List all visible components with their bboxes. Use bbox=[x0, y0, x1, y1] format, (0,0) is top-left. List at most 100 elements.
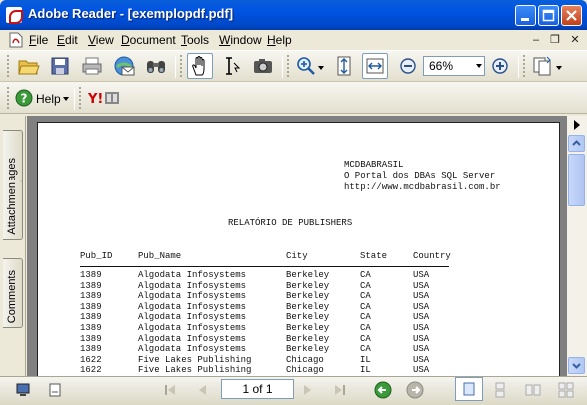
save-button[interactable] bbox=[47, 53, 73, 79]
pub-id-cell: 1389 bbox=[80, 323, 102, 333]
hand-tool-button[interactable] bbox=[187, 53, 213, 79]
previous-page-button[interactable] bbox=[192, 380, 212, 400]
menu-file[interactable]: File bbox=[29, 33, 48, 47]
snapshot-icon bbox=[254, 59, 272, 73]
tab-attachments-label: Attachmen bbox=[6, 182, 18, 235]
zoom-in-button[interactable] bbox=[487, 53, 513, 79]
chevron-down-icon bbox=[572, 363, 581, 369]
scroll-down-button[interactable] bbox=[568, 357, 585, 374]
single-page-view-button[interactable] bbox=[455, 377, 483, 401]
toolbar-grip[interactable] bbox=[180, 55, 183, 77]
city-cell: Berkeley bbox=[286, 270, 330, 280]
next-page-button[interactable] bbox=[298, 380, 318, 400]
scroll-up-button[interactable] bbox=[568, 135, 585, 152]
continuous-facing-icon bbox=[558, 382, 574, 398]
continuous-view-button[interactable] bbox=[490, 380, 510, 400]
doc-restore-button[interactable]: ❐ bbox=[547, 33, 563, 47]
help-label[interactable]: Help bbox=[36, 92, 61, 106]
help-button[interactable]: ? bbox=[13, 85, 35, 111]
country-cell: USA bbox=[413, 270, 430, 280]
toolbar-grip[interactable] bbox=[79, 87, 82, 109]
doc-close-button[interactable]: ✕ bbox=[567, 33, 583, 47]
country-cell: USA bbox=[413, 344, 430, 355]
menu-document[interactable]: Document bbox=[121, 33, 176, 47]
help-dropdown[interactable] bbox=[63, 97, 69, 101]
chevron-down-icon[interactable] bbox=[476, 64, 482, 68]
facing-pages-icon bbox=[525, 384, 541, 396]
menu-document-label: ocument bbox=[129, 33, 176, 47]
maximize-button[interactable] bbox=[538, 5, 559, 26]
document-icon[interactable] bbox=[9, 32, 23, 48]
doc-minimize-button[interactable]: – bbox=[528, 33, 544, 47]
zoom-tool-dropdown[interactable] bbox=[318, 66, 324, 70]
page-number-field[interactable]: 1 of 1 bbox=[221, 379, 294, 399]
svg-text:?: ? bbox=[21, 92, 28, 106]
snapshot-button[interactable] bbox=[250, 53, 276, 79]
zoom-level-field[interactable]: 66% bbox=[423, 56, 485, 76]
toolbar-grip[interactable] bbox=[7, 55, 10, 77]
minimize-button[interactable] bbox=[515, 5, 536, 26]
pages-menu-icon bbox=[533, 56, 551, 76]
menu-view[interactable]: View bbox=[88, 33, 114, 47]
city-cell: Berkeley bbox=[286, 344, 330, 355]
continuous-facing-view-button[interactable] bbox=[556, 380, 576, 400]
print-button[interactable] bbox=[79, 53, 105, 79]
panel-arrow-icon[interactable] bbox=[570, 118, 584, 132]
toolbar-separator bbox=[74, 88, 75, 110]
search-button[interactable] bbox=[143, 53, 169, 79]
city-cell: Berkeley bbox=[286, 291, 330, 302]
page-layout-button[interactable] bbox=[45, 380, 65, 400]
country-cell: USA bbox=[413, 354, 430, 365]
pdf-page[interactable]: MCDBABRASIL O Portal dos DBAs SQL Server… bbox=[37, 122, 560, 376]
toolbar-grip[interactable] bbox=[7, 87, 10, 109]
tab-attachments[interactable]: Attachmen bbox=[3, 180, 23, 240]
pub-name-cell: Five Lakes Publishing bbox=[138, 365, 252, 376]
scroll-thumb[interactable] bbox=[568, 154, 585, 206]
menu-tools[interactable]: Tools bbox=[181, 33, 209, 47]
zoom-out-button[interactable] bbox=[395, 53, 421, 79]
toolbar-separator bbox=[175, 56, 176, 78]
first-page-icon bbox=[165, 385, 175, 395]
toolbar-grip[interactable] bbox=[523, 55, 526, 77]
menu-edit-mnemonic: E bbox=[57, 33, 66, 47]
back-view-button[interactable] bbox=[373, 380, 393, 400]
forward-view-button[interactable] bbox=[405, 380, 425, 400]
first-page-button[interactable] bbox=[160, 380, 180, 400]
toolbar-grip[interactable] bbox=[287, 55, 290, 77]
last-page-button[interactable] bbox=[330, 380, 350, 400]
pub-id-cell: 1389 bbox=[80, 270, 102, 280]
menu-window[interactable]: Window bbox=[219, 33, 262, 47]
state-cell: IL bbox=[360, 365, 371, 376]
fit-page-button[interactable] bbox=[331, 53, 357, 79]
menu-tools-label: ools bbox=[187, 33, 210, 47]
fit-width-button[interactable] bbox=[362, 53, 388, 79]
page-thumbnail-button[interactable] bbox=[13, 380, 33, 400]
title-bar[interactable]: Adobe Reader - [exemplopdf.pdf] bbox=[0, 0, 587, 30]
city-cell: Chicago bbox=[286, 365, 324, 376]
fit-page-icon bbox=[337, 56, 351, 76]
pages-menu-dropdown[interactable] bbox=[556, 66, 562, 70]
header-line: http://www.mcdbabrasil.com.br bbox=[344, 182, 501, 192]
maximize-icon bbox=[542, 9, 555, 22]
pub-id-cell: 1389 bbox=[80, 344, 102, 355]
pub-name-cell: Algodata Infosystems bbox=[138, 323, 247, 333]
adobe-reader-icon bbox=[6, 7, 23, 24]
pages-menu-button[interactable] bbox=[529, 53, 555, 79]
menu-help[interactable]: Help bbox=[267, 33, 292, 47]
zoom-in-tool-button[interactable] bbox=[293, 53, 319, 79]
menu-edit[interactable]: Edit bbox=[57, 33, 78, 47]
close-button[interactable] bbox=[561, 5, 582, 26]
facing-view-button[interactable] bbox=[523, 380, 543, 400]
email-button[interactable] bbox=[111, 53, 137, 79]
city-cell: Berkeley bbox=[286, 301, 330, 312]
document-view[interactable]: MCDBABRASIL O Portal dos DBAs SQL Server… bbox=[27, 116, 567, 376]
pub-name-cell: Algodata Infosystems bbox=[138, 344, 247, 355]
yahoo-button[interactable]: Y! bbox=[86, 85, 122, 111]
select-text-button[interactable] bbox=[218, 53, 244, 79]
tab-comments[interactable]: Comments bbox=[3, 258, 23, 328]
vertical-scrollbar[interactable] bbox=[567, 116, 587, 376]
country-cell: USA bbox=[413, 280, 430, 291]
country-cell: USA bbox=[413, 312, 430, 323]
open-button[interactable] bbox=[16, 53, 42, 79]
state-cell: CA bbox=[360, 280, 371, 291]
